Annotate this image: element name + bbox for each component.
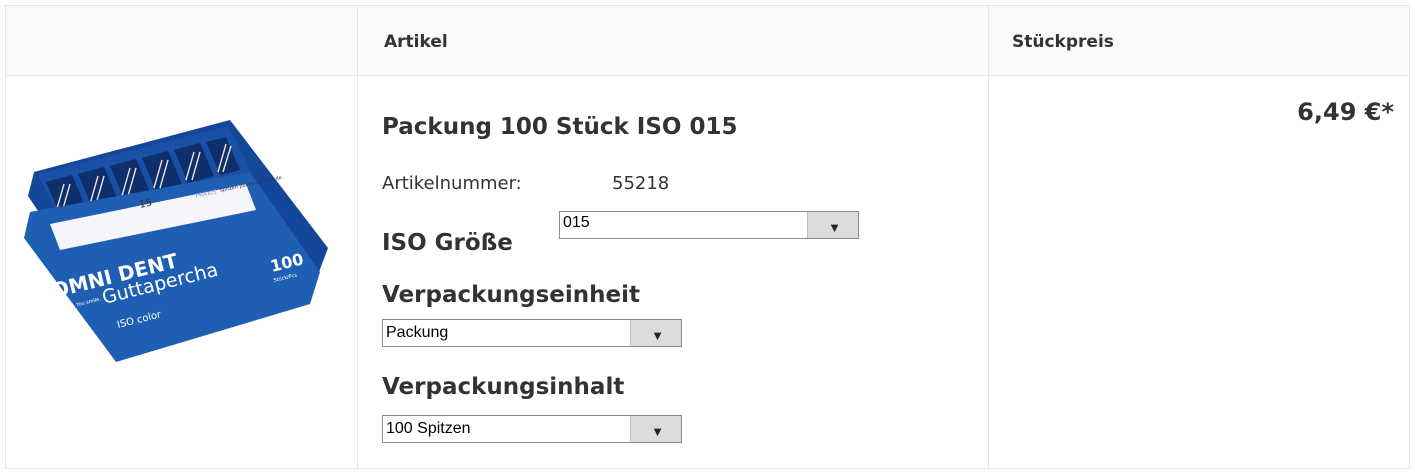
table-border-top	[5, 5, 1410, 6]
triangle-down-icon: ▼	[651, 424, 664, 439]
column-header-article: Artikel	[384, 32, 448, 52]
column-divider	[988, 5, 989, 469]
iso-size-select-value: 015	[563, 214, 590, 231]
packaging-content-select[interactable]: 100 Spitzen ▼	[382, 415, 682, 443]
table-header-row	[5, 5, 1410, 76]
packaging-unit-label: Verpackungseinheit	[382, 282, 641, 308]
iso-size-select-arrow[interactable]: ▼	[807, 212, 858, 238]
packaging-unit-select-value: Packung	[386, 324, 449, 341]
table-border-left	[5, 5, 6, 469]
packaging-content-select-arrow[interactable]: ▼	[630, 416, 681, 442]
product-image: 15 PRAXIS Spitzen points pointes de OMNI…	[24, 120, 328, 362]
triangle-down-icon: ▼	[828, 220, 841, 235]
table-header-divider	[5, 75, 1410, 76]
column-header-unit-price: Stückpreis	[1012, 32, 1114, 52]
article-number-label: Artikelnummer:	[382, 173, 522, 194]
product-title: Packung 100 Stück ISO 015	[382, 114, 738, 140]
table-border-right	[1409, 5, 1410, 469]
unit-price: 6,49 €*	[1297, 98, 1394, 126]
triangle-down-icon: ▼	[651, 328, 664, 343]
iso-size-select[interactable]: 015 ▼	[559, 211, 859, 239]
table-border-bottom	[5, 468, 1410, 469]
packaging-unit-select[interactable]: Packung ▼	[382, 319, 682, 347]
packaging-unit-select-arrow[interactable]: ▼	[630, 320, 681, 346]
iso-size-label: ISO Größe	[382, 230, 513, 256]
column-divider	[357, 5, 358, 469]
packaging-content-select-value: 100 Spitzen	[386, 420, 471, 437]
product-variant-table: Artikel Stückpreis 15 PRAXIS Spitzen poi	[0, 0, 1415, 474]
article-number-value: 55218	[612, 173, 670, 194]
packaging-content-label: Verpackungsinhalt	[382, 374, 625, 400]
